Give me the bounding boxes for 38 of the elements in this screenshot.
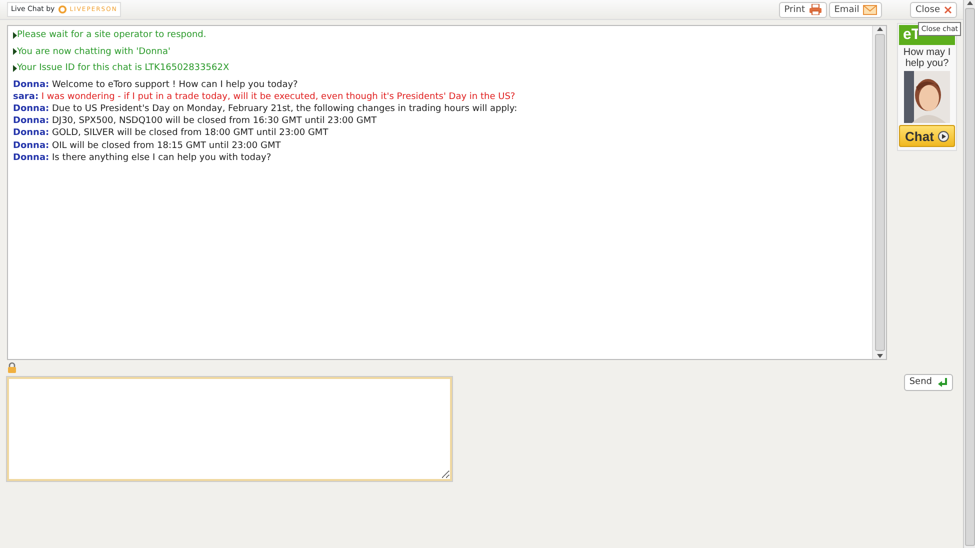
print-button[interactable]: Print (779, 2, 827, 18)
system-message: You are now chatting with 'Donna' (17, 46, 170, 58)
message-text: DJ30, SPX500, NSDQ100 will be closed from 16:30 GMT until 23:00 GMT (51, 116, 377, 126)
message-text: OIL will be closed from 18:15 GMT until 23:00 GMT (51, 140, 281, 151)
message-text: Welcome to eToro support ! How can I help you today? (51, 80, 298, 90)
arrow-icon (13, 32, 17, 38)
chat-button[interactable]: Chat (899, 125, 955, 148)
arrow-icon (13, 48, 17, 55)
sender-name: sara: (13, 92, 39, 102)
sender-name: Donna: (13, 128, 50, 138)
system-message: Please wait for a site operator to respond. (17, 29, 206, 41)
sender-name: Donna: (13, 80, 50, 90)
system-message: Your Issue ID for this chat is LTK16502833562X (17, 62, 230, 74)
close-icon (944, 6, 952, 14)
printer-icon (808, 4, 822, 15)
page-scrollbar[interactable] (963, 0, 975, 548)
email-button[interactable]: Email (829, 2, 882, 18)
sender-name: Donna: (13, 152, 50, 163)
send-button[interactable]: Send (904, 374, 953, 392)
sender-name: Donna: (13, 116, 50, 126)
close-button[interactable]: Close (910, 2, 957, 18)
message-text: Due to US President's Day on Monday, February 21st, the following changes in trading hours will apply: (51, 104, 518, 114)
lock-icon (7, 362, 17, 374)
message-text: Is there anything else I can help you with today? (51, 152, 272, 163)
ad-headline: How may I help you? (902, 47, 952, 69)
envelope-icon (863, 4, 878, 14)
sender-name: Donna: (13, 140, 50, 151)
sender-name: Donna: (13, 104, 50, 114)
scroll-up-icon[interactable] (966, 0, 972, 6)
enter-icon (938, 378, 948, 388)
message-text: I was wondering - if I put in a trade today, will it be executed, even though it's Presidents' Day in the US? (40, 92, 516, 102)
arrow-icon (13, 64, 17, 72)
play-icon (938, 130, 949, 142)
scroll-down-icon[interactable] (876, 353, 882, 359)
message-text: GOLD, SILVER will be closed from 18:00 GMT until 23:00 GMT (51, 128, 328, 138)
scroll-up-icon[interactable] (876, 26, 882, 32)
message-input[interactable] (7, 377, 452, 482)
scrollbar[interactable] (872, 26, 886, 359)
